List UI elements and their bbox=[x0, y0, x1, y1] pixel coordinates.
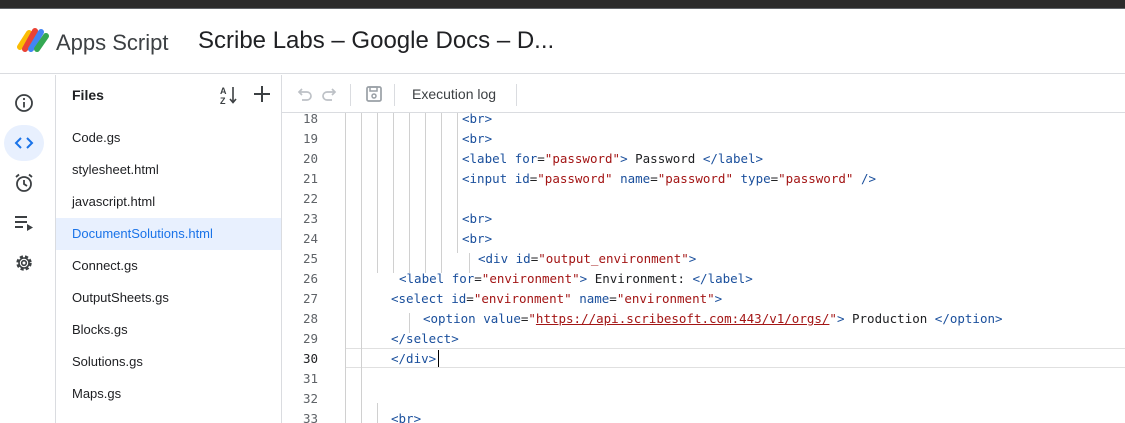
file-item-outputsheets-gs[interactable]: OutputSheets.gs bbox=[56, 282, 281, 314]
code-text: <div id="output_environment"> bbox=[478, 251, 697, 266]
code-line-current: 30 </div> bbox=[282, 349, 1125, 369]
line-number: 24 bbox=[302, 231, 318, 246]
line-number: 22 bbox=[302, 191, 318, 206]
code-text: </select> bbox=[391, 331, 459, 346]
code-line: 26 <label for="environment"> Environment… bbox=[282, 269, 1125, 289]
code-line: 31 bbox=[282, 369, 1125, 389]
svg-text:Z: Z bbox=[220, 96, 226, 106]
file-item-code-gs[interactable]: Code.gs bbox=[56, 122, 281, 154]
editor-toolbar: Execution log bbox=[282, 75, 1125, 113]
line-number: 28 bbox=[302, 311, 318, 326]
line-number: 30 bbox=[302, 351, 318, 366]
sort-az-icon[interactable]: A Z bbox=[218, 84, 240, 106]
code-line: 32 bbox=[282, 389, 1125, 409]
file-item-maps-gs[interactable]: Maps.gs bbox=[56, 378, 281, 410]
executions-button[interactable] bbox=[4, 205, 44, 241]
save-icon[interactable] bbox=[364, 84, 384, 104]
add-file-icon[interactable] bbox=[251, 83, 273, 105]
text-cursor bbox=[438, 350, 439, 367]
code-text: <br> bbox=[462, 231, 493, 246]
execution-log-button[interactable]: Execution log bbox=[412, 86, 496, 102]
line-number: 27 bbox=[302, 291, 318, 306]
file-item-documentsolutions-html[interactable]: DocumentSolutions.html bbox=[56, 218, 281, 250]
line-number: 32 bbox=[302, 391, 318, 406]
code-line: 25 <div id="output_environment"> bbox=[282, 249, 1125, 269]
toolbar-divider bbox=[350, 84, 351, 106]
file-list: Code.gs stylesheet.html javascript.html … bbox=[56, 122, 281, 410]
file-item-solutions-gs[interactable]: Solutions.gs bbox=[56, 346, 281, 378]
toolbar-divider bbox=[516, 84, 517, 106]
code-line: 19 <br> bbox=[282, 129, 1125, 149]
line-number: 19 bbox=[302, 131, 318, 146]
code-line: 27 <select id="environment" name="enviro… bbox=[282, 289, 1125, 309]
code-line: 29 </select> bbox=[282, 329, 1125, 349]
code-editor[interactable]: 18 <br> 19 <br> 20 <label for="password"… bbox=[282, 113, 1125, 423]
code-line: 23 <br> bbox=[282, 209, 1125, 229]
file-item-javascript-html[interactable]: javascript.html bbox=[56, 186, 281, 218]
gear-icon bbox=[16, 255, 32, 271]
code-line: 21 <input id="password" name="password" … bbox=[282, 169, 1125, 189]
line-number: 20 bbox=[302, 151, 318, 166]
window-top-strip bbox=[0, 0, 1125, 9]
file-item-connect-gs[interactable]: Connect.gs bbox=[56, 250, 281, 282]
code-text: <br> bbox=[462, 211, 493, 226]
code-line: 24 <br> bbox=[282, 229, 1125, 249]
code-text: <input id="password" name="password" typ… bbox=[462, 171, 877, 186]
app-header: Apps Script Scribe Labs – Google Docs – … bbox=[0, 9, 1125, 74]
project-title[interactable]: Scribe Labs – Google Docs – D... bbox=[198, 27, 554, 55]
info-icon bbox=[15, 94, 33, 112]
left-nav-rail bbox=[0, 75, 56, 423]
overview-button[interactable] bbox=[4, 85, 44, 121]
code-text: </div> bbox=[391, 351, 437, 366]
files-header: Files A Z bbox=[56, 75, 282, 113]
line-number: 31 bbox=[302, 371, 318, 386]
code-text: <select id="environment" name="environme… bbox=[391, 291, 723, 306]
code-line: 22 bbox=[282, 189, 1125, 209]
code-text: <br> bbox=[462, 131, 493, 146]
app-name[interactable]: Apps Script bbox=[56, 30, 169, 56]
line-number: 23 bbox=[302, 211, 318, 226]
undo-icon[interactable] bbox=[294, 84, 314, 104]
code-line: 20 <label for="password"> Password </lab… bbox=[282, 149, 1125, 169]
line-number: 26 bbox=[302, 271, 318, 286]
alarm-icon bbox=[15, 173, 33, 192]
code-line: 28 <option value="https://api.scribesoft… bbox=[282, 309, 1125, 329]
code-text: <br> bbox=[462, 113, 493, 126]
svg-text:A: A bbox=[220, 86, 227, 96]
code-line: 18 <br> bbox=[282, 113, 1125, 129]
files-panel: Files A Z Code.gs stylesheet.html javasc… bbox=[56, 75, 282, 423]
settings-button[interactable] bbox=[4, 245, 44, 281]
code-text: <option value="https://api.scribesoft.co… bbox=[423, 311, 1003, 326]
line-number: 21 bbox=[302, 171, 318, 186]
code-line: 33 <br> bbox=[282, 409, 1125, 423]
files-title: Files bbox=[72, 87, 104, 103]
line-number: 29 bbox=[302, 331, 318, 346]
file-item-blocks-gs[interactable]: Blocks.gs bbox=[56, 314, 281, 346]
redo-icon[interactable] bbox=[320, 84, 340, 104]
executions-icon bbox=[15, 216, 33, 231]
toolbar-divider bbox=[394, 84, 395, 106]
file-item-stylesheet-html[interactable]: stylesheet.html bbox=[56, 154, 281, 186]
code-icon bbox=[14, 137, 34, 149]
triggers-button[interactable] bbox=[4, 165, 44, 201]
line-number: 33 bbox=[302, 411, 318, 423]
code-text: <br> bbox=[391, 411, 422, 423]
line-number: 18 bbox=[302, 113, 318, 126]
code-text: <label for="password"> Password </label> bbox=[462, 151, 764, 166]
code-text: <label for="environment"> Environment: <… bbox=[399, 271, 753, 286]
apps-script-logo bbox=[17, 28, 49, 52]
line-number: 25 bbox=[302, 251, 318, 266]
editor-button[interactable] bbox=[4, 125, 44, 161]
